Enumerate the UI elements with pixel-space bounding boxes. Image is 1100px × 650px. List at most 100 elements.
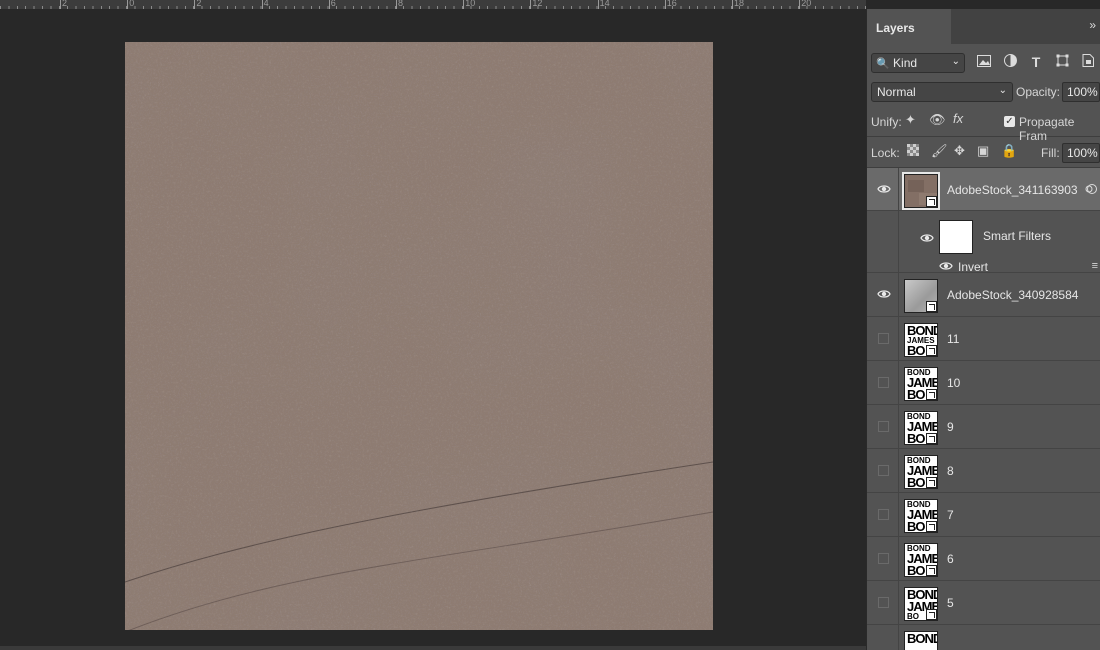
visibility-toggle-empty[interactable] bbox=[878, 333, 889, 344]
kind-filter-label: Kind bbox=[893, 56, 918, 70]
layer-name[interactable]: 10 bbox=[947, 376, 960, 390]
visibility-column[interactable] bbox=[867, 537, 899, 580]
layer-name[interactable]: 5 bbox=[947, 596, 954, 610]
ruler-major-tick bbox=[60, 0, 61, 9]
bond-thumb-line: BOND bbox=[907, 631, 938, 646]
layer-thumbnail: BOND JAMES BO bbox=[904, 499, 938, 533]
kind-filter-select[interactable]: 🔍 Kind ⌄ bbox=[871, 53, 965, 73]
fill-input[interactable]: 100% bbox=[1062, 143, 1100, 163]
eye-icon[interactable] bbox=[920, 231, 934, 245]
lock-image-pixels-icon[interactable]: 🖌 bbox=[931, 143, 948, 159]
unify-row: Unify: ✦ 👁 fx ✓ Propagate Fram bbox=[867, 106, 1100, 143]
visibility-column[interactable] bbox=[867, 493, 899, 536]
visibility-column[interactable] bbox=[867, 405, 899, 448]
visibility-column bbox=[867, 211, 899, 272]
invert-filter-label[interactable]: Invert bbox=[958, 260, 988, 274]
layer-row-6[interactable]: BOND JAMES BO 6 bbox=[867, 537, 1100, 581]
layer-row-adobestock-340928584[interactable]: AdobeStock_340928584 bbox=[867, 273, 1100, 317]
smart-filters-label[interactable]: Smart Filters bbox=[983, 229, 1051, 243]
visibility-toggle-empty[interactable] bbox=[878, 553, 889, 564]
visibility-toggle-empty[interactable] bbox=[878, 465, 889, 476]
tab-layers[interactable]: Layers bbox=[867, 9, 951, 44]
ruler-major-tick bbox=[664, 0, 666, 9]
layer-thumbnail: BOND JAMES BO bbox=[904, 411, 938, 445]
unify-visibility-icon[interactable]: 👁 bbox=[929, 112, 946, 128]
ruler-label: 0 bbox=[129, 0, 135, 8]
blend-row: Normal ⌄ Opacity: 100% bbox=[867, 76, 1100, 106]
layer-row-8[interactable]: BOND JAMES BO 8 bbox=[867, 449, 1100, 493]
layer-row-11[interactable]: BOND JAMES BO 11 bbox=[867, 317, 1100, 361]
panel-tab-bar: Layers » bbox=[867, 9, 1100, 44]
smart-filter-mask-thumbnail[interactable] bbox=[939, 220, 973, 254]
lock-position-icon[interactable]: ✥ bbox=[954, 143, 965, 159]
layer-name[interactable]: AdobeStock_341163903 bbox=[947, 183, 1078, 197]
ruler-label: 2 bbox=[62, 0, 68, 8]
visibility-column[interactable] bbox=[867, 449, 899, 492]
visibility-column[interactable] bbox=[867, 581, 899, 624]
search-icon: 🔍 bbox=[876, 58, 890, 70]
layer-thumbnail: BOND bbox=[904, 631, 938, 650]
visibility-toggle-empty[interactable] bbox=[878, 377, 889, 388]
layer-thumbnail: BOND JAMES BO bbox=[904, 323, 938, 357]
layer-row-5[interactable]: BOND JAMES BO 5 bbox=[867, 581, 1100, 625]
visibility-toggle-empty[interactable] bbox=[878, 421, 889, 432]
smart-object-badge-icon bbox=[926, 196, 937, 207]
lock-artboard-icon[interactable]: ▣ bbox=[977, 143, 989, 159]
layer-thumbnail: BOND JAMES BO bbox=[904, 455, 938, 489]
layer-row-9[interactable]: BOND JAMES BO 9 bbox=[867, 405, 1100, 449]
opacity-input[interactable]: 100% bbox=[1062, 82, 1100, 102]
layer-thumbnail bbox=[902, 172, 940, 210]
visibility-column[interactable] bbox=[867, 168, 899, 210]
filter-blending-options-icon[interactable]: ≡ bbox=[1092, 260, 1098, 272]
lock-transparent-pixels-icon[interactable] bbox=[907, 144, 919, 159]
textured-stone-image[interactable] bbox=[125, 42, 713, 630]
layer-row-adobestock-341163903[interactable]: AdobeStock_341163903 bbox=[867, 168, 1100, 211]
layer-name[interactable]: 8 bbox=[947, 464, 954, 478]
layer-name[interactable]: 9 bbox=[947, 420, 954, 434]
eye-icon[interactable] bbox=[877, 182, 891, 196]
double-chevron-right-icon[interactable]: » bbox=[1089, 18, 1096, 32]
horizontal-scrollbar[interactable] bbox=[0, 646, 866, 650]
eye-icon[interactable] bbox=[939, 259, 953, 273]
propagate-frame-checkbox[interactable]: ✓ bbox=[1004, 116, 1015, 127]
smart-object-badge-icon bbox=[926, 565, 937, 576]
layer-name[interactable]: 6 bbox=[947, 552, 954, 566]
visibility-column[interactable] bbox=[867, 625, 899, 650]
visibility-toggle-empty[interactable] bbox=[878, 597, 889, 608]
visibility-column[interactable] bbox=[867, 361, 899, 404]
lock-row: Lock: 🖌 ✥ ▣ 🔒 Fill: 100% bbox=[867, 137, 1100, 167]
ruler-label: 2 bbox=[196, 0, 202, 8]
adjustment-filter-icon[interactable] bbox=[1001, 53, 1019, 71]
eye-icon[interactable] bbox=[877, 287, 891, 301]
smart-object-filter-icon[interactable] bbox=[1079, 53, 1097, 71]
ruler-major-tick bbox=[328, 0, 330, 9]
ruler-label: 8 bbox=[398, 0, 404, 8]
visibility-toggle-empty[interactable] bbox=[878, 509, 889, 520]
ruler-label: 10 bbox=[465, 0, 476, 8]
ruler-major-tick bbox=[396, 0, 397, 9]
unify-position-icon[interactable]: ✦ bbox=[905, 112, 916, 128]
layer-row-partial[interactable]: BOND bbox=[867, 625, 1100, 650]
ruler-major-tick bbox=[463, 0, 465, 9]
blend-mode-select[interactable]: Normal ⌄ bbox=[871, 82, 1013, 102]
ruler-label: 14 bbox=[599, 0, 610, 8]
visibility-column[interactable] bbox=[867, 317, 899, 360]
image-filter-icon[interactable] bbox=[975, 53, 993, 71]
layer-name[interactable]: 7 bbox=[947, 508, 954, 522]
ruler-label: 16 bbox=[666, 0, 677, 8]
type-filter-icon[interactable]: T bbox=[1027, 53, 1045, 71]
ruler-major-tick bbox=[732, 0, 733, 9]
blend-mode-value: Normal bbox=[877, 85, 916, 99]
document-canvas-area[interactable] bbox=[0, 9, 866, 650]
layer-row-10[interactable]: BOND JAMES BO 10 bbox=[867, 361, 1100, 405]
lock-all-icon[interactable]: 🔒 bbox=[1001, 143, 1017, 159]
visibility-column[interactable] bbox=[867, 273, 899, 316]
layer-name[interactable]: 11 bbox=[947, 332, 959, 346]
ruler-label: 6 bbox=[330, 0, 336, 8]
unify-style-icon[interactable]: fx bbox=[953, 111, 963, 126]
smart-object-badge-icon bbox=[926, 477, 937, 488]
shape-filter-icon[interactable] bbox=[1053, 53, 1071, 71]
lock-label: Lock: bbox=[871, 146, 900, 160]
layer-name[interactable]: AdobeStock_340928584 bbox=[947, 288, 1078, 302]
layer-row-7[interactable]: BOND JAMES BO 7 bbox=[867, 493, 1100, 537]
